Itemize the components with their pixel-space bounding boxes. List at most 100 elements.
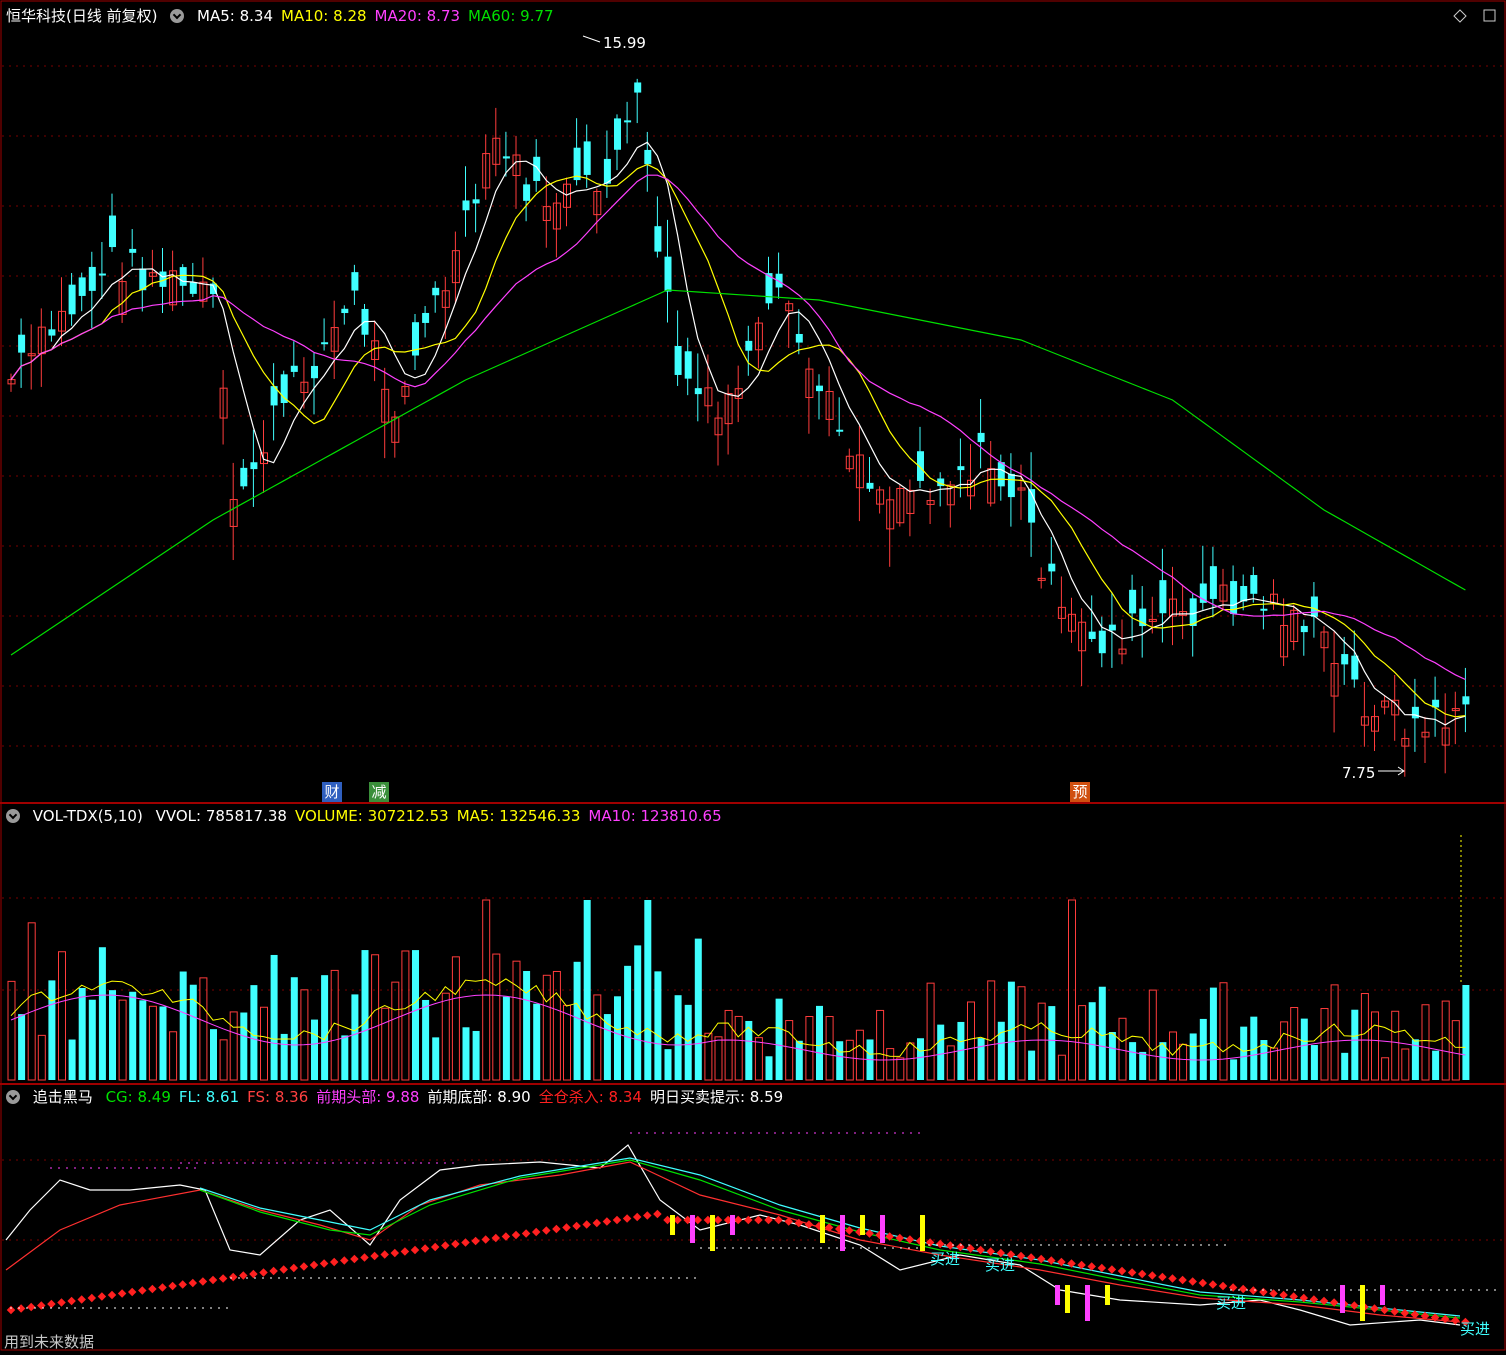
candle-body bbox=[1048, 563, 1056, 572]
stock-chart[interactable]: 15.997.75买进 买进买进买进 bbox=[0, 0, 1506, 1351]
main-indicators: MA5: 8.34 MA10: 8.28 MA20: 8.73 MA60: 9.77 bbox=[197, 7, 562, 25]
red-dot bbox=[360, 1253, 369, 1262]
volume-bar bbox=[694, 938, 702, 1080]
red-dot bbox=[1026, 1253, 1036, 1262]
candle-body bbox=[1250, 575, 1258, 594]
main-indicator: MA10: 8.28 bbox=[281, 7, 367, 25]
candle-body bbox=[745, 340, 753, 351]
red-dot bbox=[178, 1280, 187, 1289]
candle-body bbox=[1462, 696, 1470, 705]
panel-menu-icon[interactable] bbox=[6, 809, 20, 823]
red-dot bbox=[1259, 1287, 1268, 1297]
candle-body bbox=[311, 365, 318, 379]
candle-body bbox=[189, 282, 197, 294]
volume-panel-name: VOL-TDX(5,10) bbox=[32, 807, 143, 825]
badge-reduce[interactable]: 减 bbox=[369, 782, 389, 802]
volume-bar bbox=[492, 953, 501, 1081]
red-dot bbox=[481, 1235, 490, 1244]
candle-body bbox=[48, 329, 56, 336]
panel-menu-icon[interactable] bbox=[6, 1090, 20, 1104]
buy-signal-label: 买进 bbox=[1216, 1294, 1246, 1312]
candle-body bbox=[1240, 586, 1248, 602]
volume-bar bbox=[68, 1039, 76, 1080]
volume-bar bbox=[250, 985, 258, 1080]
red-dot bbox=[1309, 1295, 1319, 1304]
red-dot bbox=[87, 1293, 97, 1303]
chart-stage: 15.99 7.75 买进 买进 买进 买进 恒华科技(日线 前复权) MA5: 8.34… bbox=[0, 0, 1506, 1351]
volume-bar bbox=[148, 1005, 157, 1081]
volume-bar bbox=[1381, 1057, 1390, 1081]
volume-bar bbox=[7, 980, 16, 1081]
red-dot bbox=[1036, 1254, 1046, 1264]
red-dot bbox=[542, 1226, 551, 1235]
buy-signal-label: 买进 bbox=[985, 1256, 1015, 1274]
buy-signal-label: 买进 bbox=[1460, 1320, 1490, 1338]
volume-bar bbox=[109, 990, 116, 1080]
volume-bar bbox=[533, 1003, 541, 1080]
main-indicator: MA60: 9.77 bbox=[468, 7, 554, 25]
red-dot bbox=[1097, 1263, 1107, 1273]
volume-bar bbox=[1421, 1004, 1430, 1081]
volume-bar bbox=[472, 1030, 480, 1080]
red-dot bbox=[1208, 1280, 1218, 1289]
candle-body bbox=[1098, 630, 1106, 654]
volume-bar bbox=[219, 1039, 228, 1081]
red-dot bbox=[319, 1259, 329, 1268]
red-dot bbox=[1178, 1275, 1187, 1285]
red-dot bbox=[390, 1248, 400, 1258]
candle-body bbox=[795, 333, 803, 343]
volume-bar bbox=[1371, 1011, 1379, 1081]
red-dot bbox=[1016, 1251, 1026, 1261]
badge-financial[interactable]: 财 bbox=[322, 782, 342, 802]
red-dot bbox=[451, 1239, 460, 1249]
red-dot bbox=[218, 1274, 228, 1283]
panel-menu-icon[interactable] bbox=[170, 9, 185, 23]
red-dot bbox=[1390, 1307, 1399, 1316]
signal-tick bbox=[710, 1215, 715, 1251]
candle-body bbox=[836, 429, 844, 432]
candle-body bbox=[603, 158, 611, 184]
red-dot bbox=[976, 1245, 985, 1255]
signal-indicator: 明日买卖提示: 8.59 bbox=[649, 1088, 784, 1106]
badge-forecast[interactable]: 预 bbox=[1070, 782, 1090, 802]
red-dot bbox=[1107, 1265, 1117, 1274]
volume-bar bbox=[795, 1040, 803, 1080]
volume-bar bbox=[1139, 1051, 1147, 1080]
red-dot bbox=[562, 1223, 571, 1232]
signal-tick bbox=[920, 1215, 925, 1251]
volume-bar bbox=[129, 991, 137, 1080]
volume-bar bbox=[644, 900, 652, 1080]
candle-body bbox=[1411, 706, 1419, 719]
red-dot bbox=[350, 1254, 359, 1264]
red-dot bbox=[986, 1247, 995, 1256]
candle-body bbox=[533, 156, 541, 181]
candle-body bbox=[1341, 654, 1349, 665]
volume-bar bbox=[614, 996, 621, 1080]
volume-bar bbox=[118, 999, 127, 1081]
red-dot bbox=[1238, 1284, 1248, 1294]
volume-bar bbox=[775, 998, 783, 1080]
volume-bar bbox=[896, 1057, 905, 1081]
volume-bar bbox=[825, 1016, 834, 1081]
volume-ma5-line bbox=[10, 978, 1466, 1057]
signal-tick bbox=[880, 1215, 885, 1243]
volume-bar bbox=[1320, 1008, 1329, 1081]
red-dot bbox=[1350, 1301, 1359, 1310]
signal-indicator: 前期底部: 8.90 bbox=[427, 1088, 531, 1106]
volume-bar bbox=[361, 950, 369, 1080]
red-dot bbox=[57, 1298, 66, 1307]
candle-body bbox=[351, 272, 359, 291]
red-dot bbox=[531, 1227, 541, 1237]
candle-body bbox=[280, 374, 288, 404]
volume-bar bbox=[88, 999, 96, 1080]
candle-body bbox=[573, 147, 581, 181]
candle-body bbox=[866, 482, 874, 489]
volume-bar bbox=[78, 987, 86, 1080]
red-dot bbox=[1137, 1269, 1147, 1279]
red-dot bbox=[148, 1284, 157, 1294]
red-dot bbox=[279, 1265, 288, 1274]
candle-body bbox=[977, 432, 985, 443]
red-dot bbox=[1158, 1272, 1167, 1282]
volume-bar bbox=[977, 1038, 985, 1080]
candle-body bbox=[129, 248, 137, 253]
